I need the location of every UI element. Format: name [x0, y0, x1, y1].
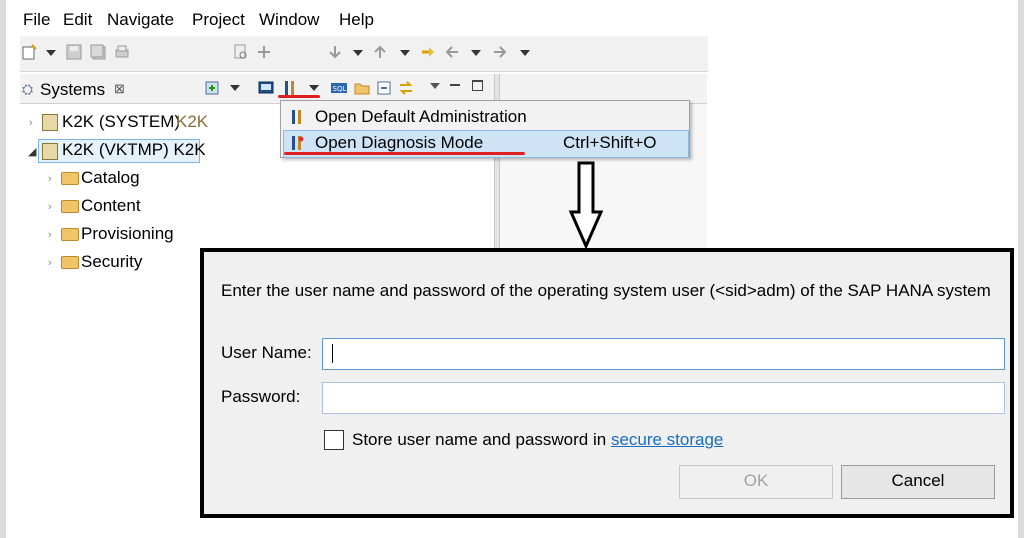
credentials-dialog: Enter the user name and password of the … — [200, 248, 1014, 518]
collapse-arrow-icon[interactable]: ◢ — [28, 145, 36, 158]
forward-dropdown-icon[interactable] — [520, 50, 530, 56]
tree-item-label: K2K (SYSTEM) — [62, 112, 181, 131]
password-label: Password: — [221, 387, 301, 406]
new-dropdown-icon[interactable] — [46, 50, 56, 56]
menu-help[interactable]: Help — [339, 10, 374, 30]
admin-tools-icon — [292, 110, 301, 124]
menu-window[interactable]: Window — [259, 10, 319, 30]
diagnosis-icon — [292, 136, 304, 150]
folder-icon — [61, 256, 79, 269]
prev-annotation-icon[interactable] — [372, 44, 388, 60]
folder-icon[interactable] — [354, 80, 370, 96]
main-toolbar — [20, 36, 708, 72]
systems-tab-icon: ⛭ — [22, 81, 34, 97]
print-icon[interactable] — [114, 44, 130, 60]
username-label: User Name: — [221, 343, 312, 362]
next-dropdown-icon[interactable] — [353, 50, 363, 56]
expand-arrow-icon[interactable]: › — [48, 201, 52, 213]
add-system-icon[interactable] — [204, 80, 220, 96]
tree-item-suffix: K2K — [176, 112, 209, 131]
dialog-prompt: Enter the user name and password of the … — [221, 281, 991, 300]
view-menu-icon[interactable] — [430, 83, 440, 89]
expand-arrow-icon[interactable]: › — [48, 257, 52, 269]
folder-icon — [61, 172, 79, 185]
maximize-icon[interactable] — [472, 80, 483, 91]
tree-item-label: Content — [81, 196, 141, 215]
link-icon[interactable] — [256, 44, 272, 60]
menu-edit[interactable]: Edit — [63, 10, 92, 30]
menu-file[interactable]: File — [23, 10, 50, 30]
expand-arrow-icon[interactable]: › — [29, 117, 33, 129]
collapse-all-icon[interactable] — [376, 80, 392, 96]
menu-project[interactable]: Project — [192, 10, 245, 30]
console-icon[interactable] — [258, 80, 274, 96]
systems-tab-label[interactable]: Systems — [40, 80, 105, 100]
next-annotation-icon[interactable] — [327, 44, 343, 60]
admin-dropdown-menu: Open Default Administration Open Diagnos… — [280, 100, 690, 158]
minimize-icon[interactable] — [450, 84, 460, 86]
last-edit-icon[interactable] — [420, 44, 436, 60]
tree-item-label: K2K (VKTMP) K2K — [62, 140, 206, 159]
tree-item-label: Catalog — [81, 168, 140, 187]
admin-tools-icon[interactable] — [282, 80, 298, 96]
store-credentials-text: Store user name and password in — [352, 430, 607, 449]
menu-navigate[interactable]: Navigate — [107, 10, 174, 30]
expand-arrow-icon[interactable]: › — [48, 229, 52, 241]
right-window-edge — [1018, 0, 1024, 538]
save-all-icon[interactable] — [90, 44, 106, 60]
svg-text:SQL: SQL — [333, 85, 347, 93]
close-icon[interactable]: ⊠ — [114, 81, 125, 97]
back-icon[interactable] — [444, 44, 460, 60]
back-dropdown-icon[interactable] — [471, 50, 481, 56]
folder-icon — [61, 228, 79, 241]
new-icon[interactable] — [22, 44, 38, 60]
expand-arrow-icon[interactable]: › — [48, 173, 52, 185]
menu-item-default-admin[interactable]: Open Default Administration — [283, 104, 687, 130]
sync-icon[interactable] — [398, 80, 414, 96]
search-file-icon[interactable] — [233, 44, 249, 60]
cancel-button[interactable]: Cancel — [841, 465, 995, 499]
annotation-underline — [278, 95, 320, 98]
folder-icon — [61, 200, 79, 213]
admin-tools-dropdown-icon[interactable] — [309, 85, 319, 91]
menu-item-label: Open Default Administration — [315, 107, 527, 126]
menu-item-shortcut: Ctrl+Shift+O — [563, 133, 657, 152]
store-credentials-label: Store user name and password in secure s… — [352, 430, 723, 450]
ok-button[interactable]: OK — [679, 465, 833, 499]
menu-item-label: Open Diagnosis Mode — [315, 133, 484, 152]
menu-bar: File Edit Navigate Project Window Help — [20, 8, 710, 34]
password-field[interactable] — [322, 382, 1005, 414]
tree-item-label: Provisioning — [81, 224, 174, 243]
annotation-down-arrow-icon — [568, 161, 604, 250]
sql-icon[interactable]: SQL — [331, 80, 347, 96]
text-caret — [332, 344, 333, 363]
forward-icon[interactable] — [492, 44, 508, 60]
system-icon — [42, 114, 58, 131]
username-field[interactable] — [322, 338, 1005, 370]
annotation-underline — [284, 152, 525, 155]
add-system-dropdown-icon[interactable] — [230, 85, 240, 91]
save-icon[interactable] — [66, 44, 82, 60]
tree-item-label: Security — [81, 252, 143, 271]
prev-dropdown-icon[interactable] — [400, 50, 410, 56]
left-window-edge — [0, 0, 6, 538]
system-icon — [42, 143, 58, 160]
store-credentials-checkbox[interactable] — [324, 430, 344, 450]
secure-storage-link[interactable]: secure storage — [611, 430, 723, 449]
